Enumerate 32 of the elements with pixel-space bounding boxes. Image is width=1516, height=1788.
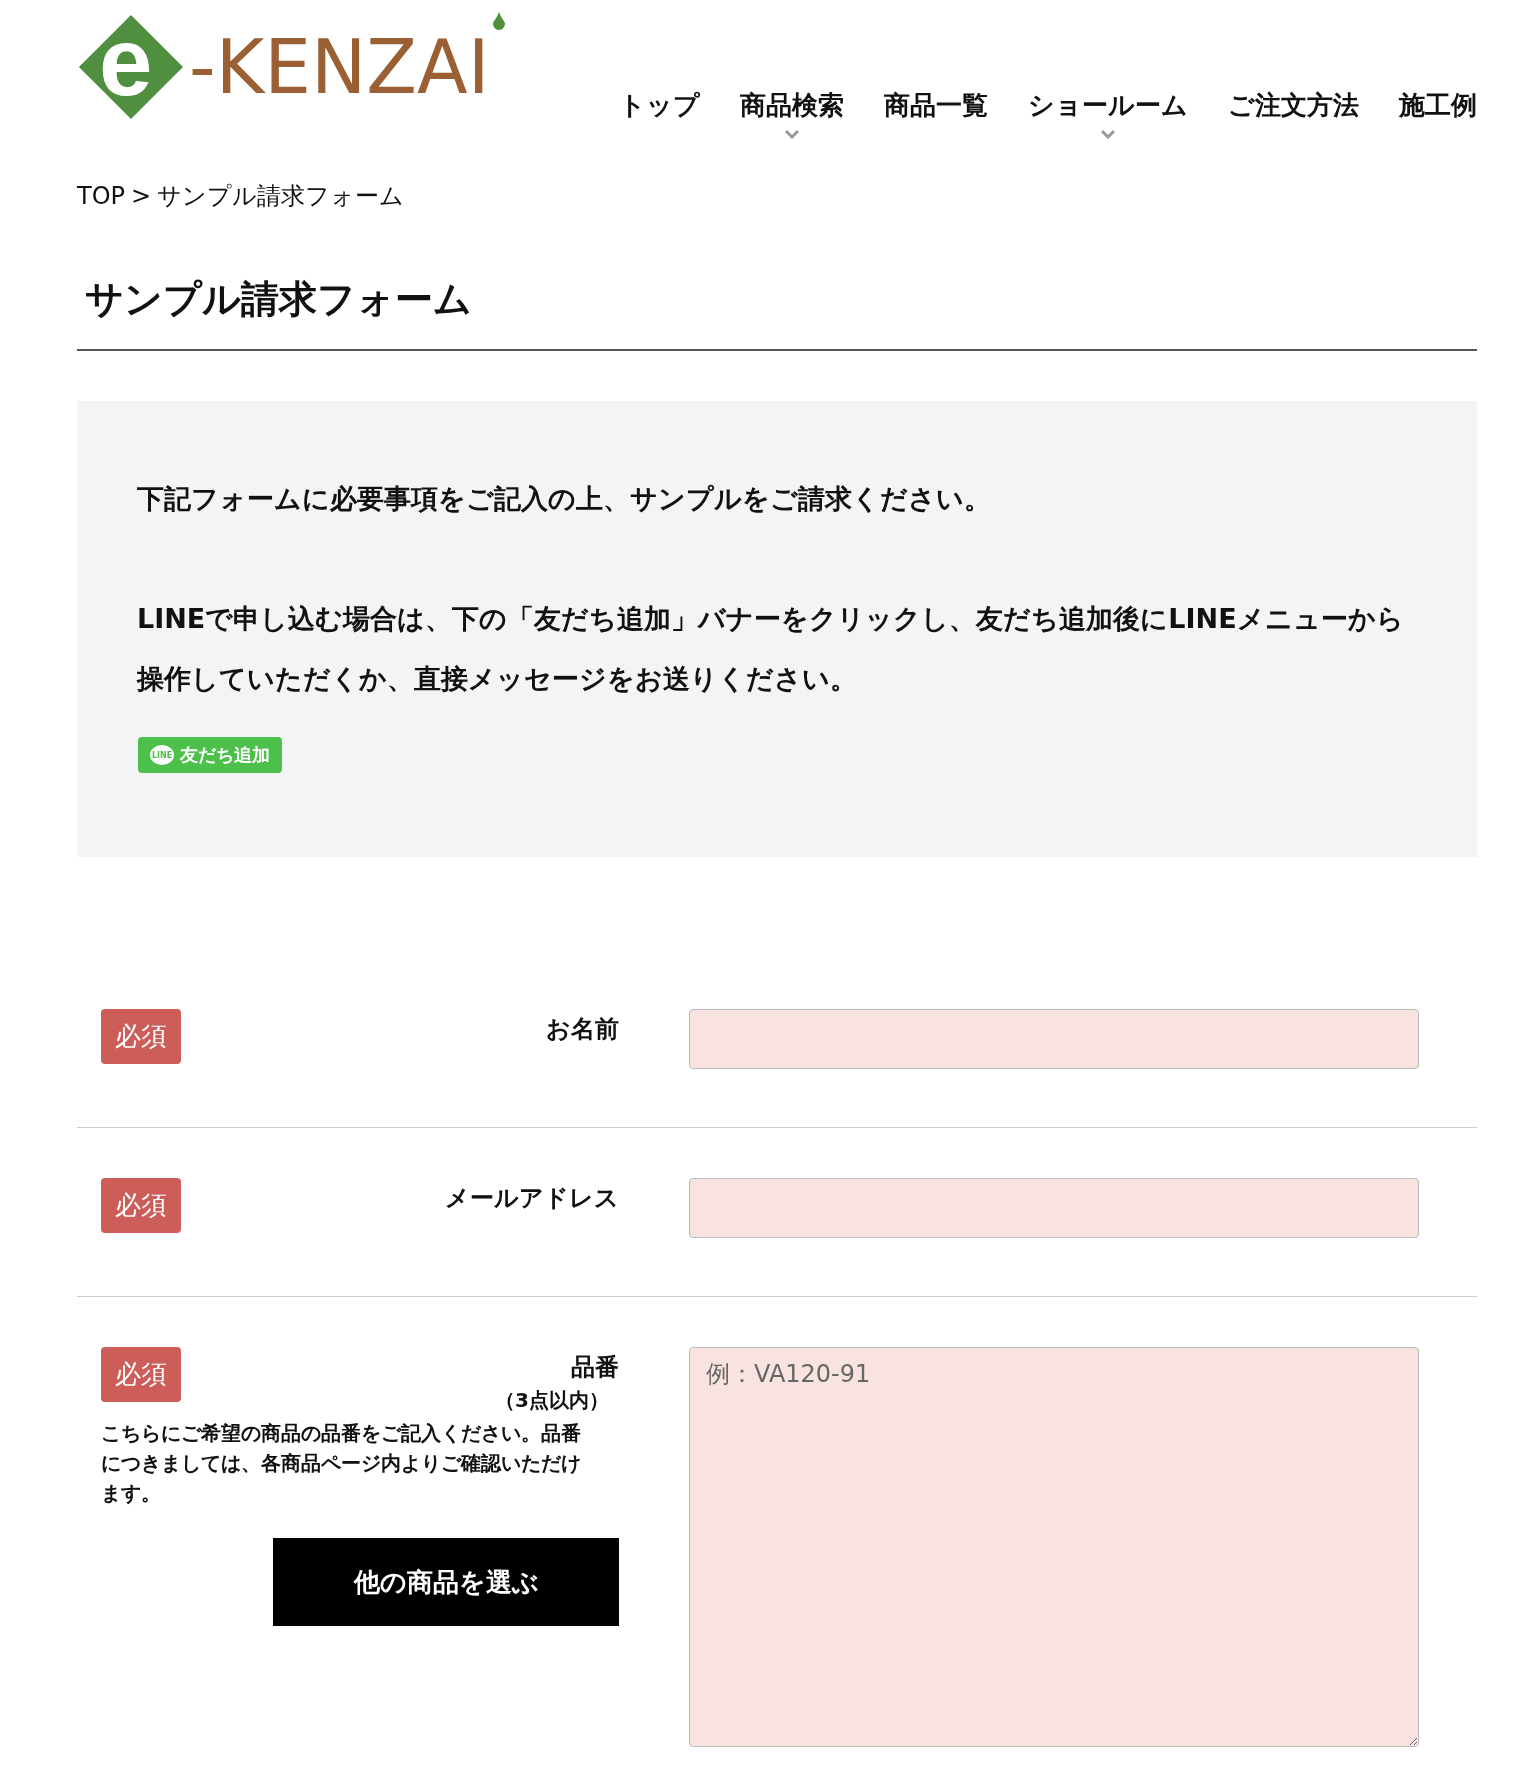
notice-text: LINEで申し込む場合は、下の「友だち追加」バナーをクリックし、友だち追加後にLINEメニューから操作していただくか、直接メッセージをお送りください。 <box>135 602 1405 696</box>
notice-text: 下記フォームに必要事項をご記入の上、サンプルをご請求ください。 <box>136 482 992 516</box>
nav-link[interactable]: 施工例 <box>1399 88 1477 148</box>
required-badge: 必須 <box>101 1178 181 1233</box>
chevron-down-icon <box>1100 129 1116 139</box>
field-label: 品番 <box>571 1352 619 1383</box>
chat-bubble-icon: LINE <box>150 745 174 765</box>
logo-icon <box>77 13 185 121</box>
input-field[interactable] <box>689 1178 1419 1238</box>
required-badge: 必須 <box>101 1347 181 1402</box>
breadcrumb-link[interactable]: TOP <box>77 182 126 210</box>
logo[interactable]: e -KENZAI <box>77 12 490 122</box>
nav-link[interactable]: ショールーム <box>1028 88 1188 148</box>
nav-link[interactable]: ご注文方法 <box>1228 88 1359 148</box>
required-badge: 必須 <box>101 1009 181 1064</box>
nav-link[interactable]: 商品検索 <box>740 88 844 148</box>
help-text: こちらにご希望の商品の品番をご記入ください。品番につきましては、各商品ページ内よりご確認いただけます。 <box>101 1420 581 1507</box>
nav-link[interactable]: トップ <box>619 88 700 148</box>
textarea-field[interactable]: 例：VA120-91 <box>689 1347 1419 1747</box>
field-sublabel: （3点以内） <box>495 1387 609 1414</box>
field-label: メールアドレス <box>445 1183 619 1214</box>
logo-text: -KENZAI <box>189 24 490 110</box>
page-title: サンプル請求フォーム <box>77 274 1477 351</box>
breadcrumb-separator: > <box>131 182 152 210</box>
logo-mark-text: e <box>99 14 153 110</box>
field-label: お名前 <box>546 1014 619 1045</box>
choose-product-button[interactable]: 他の商品を選ぶ <box>273 1538 619 1626</box>
input-field[interactable] <box>689 1009 1419 1069</box>
nav-link[interactable]: 商品一覧 <box>884 88 988 148</box>
drop-icon <box>493 12 506 30</box>
chevron-down-icon <box>784 129 800 139</box>
breadcrumb-current: サンプル請求フォーム <box>157 181 405 212</box>
